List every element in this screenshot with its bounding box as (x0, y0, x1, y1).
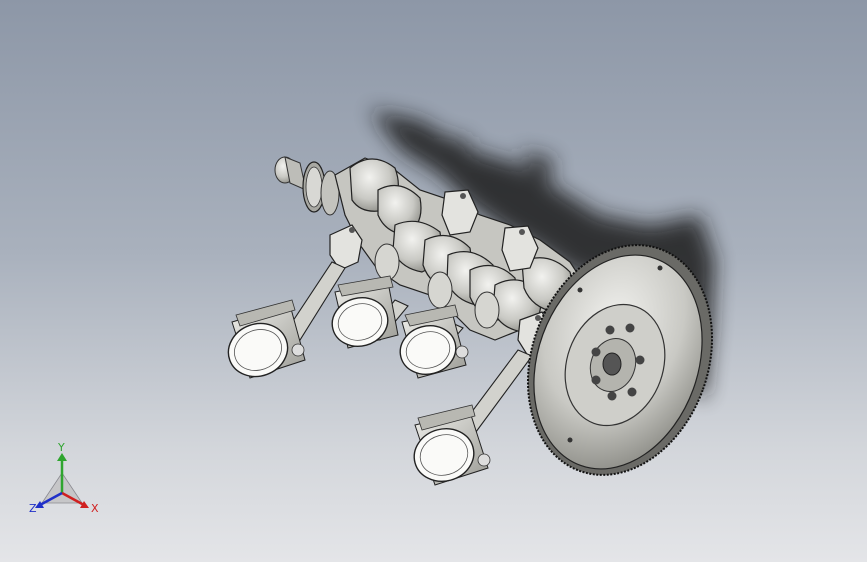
model-view[interactable] (0, 0, 867, 562)
x-axis-label: X (91, 502, 99, 515)
piston-1[interactable] (221, 299, 306, 385)
y-axis-label: Y (58, 441, 65, 454)
crankshaft-snout[interactable] (274, 156, 340, 216)
coordinate-triad: Y X Z (22, 441, 112, 525)
piston-2[interactable] (327, 275, 399, 352)
piston-3[interactable] (395, 304, 469, 380)
graphics-viewport[interactable]: Y X Z (0, 0, 867, 562)
z-axis-label: Z (29, 502, 37, 515)
